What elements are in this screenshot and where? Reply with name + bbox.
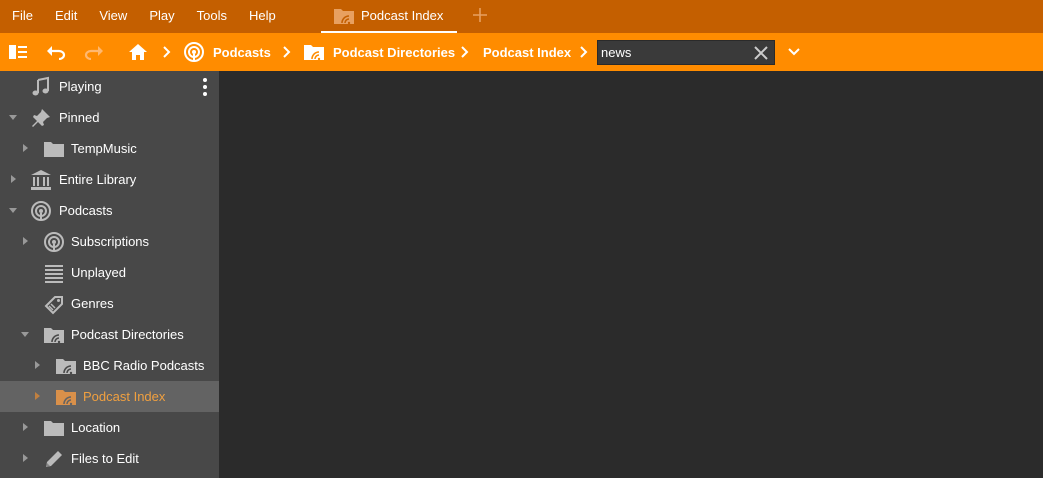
list-icon — [45, 265, 63, 283]
sidebar-item-label: Podcasts — [59, 203, 113, 218]
home-icon — [129, 44, 147, 60]
close-icon[interactable] — [752, 44, 770, 62]
breadcrumb-label: Podcasts — [213, 44, 271, 60]
tab-podcast-index[interactable]: Podcast Index — [321, 0, 457, 33]
redo-icon — [84, 46, 103, 60]
chevron-right-icon — [580, 46, 588, 58]
collapsed-arrow-icon[interactable] — [20, 453, 30, 463]
toolbar: Podcasts Podcast Directories Podcast Ind… — [0, 33, 1043, 71]
collapsed-arrow-icon[interactable] — [20, 422, 30, 432]
expanded-arrow-icon[interactable] — [8, 112, 18, 122]
menu-play[interactable]: Play — [138, 0, 185, 33]
sidebar-item-label: Podcast Directories — [71, 327, 184, 342]
plus-icon[interactable] — [470, 5, 490, 25]
sidebar-item-label: Podcast Index — [83, 389, 166, 404]
sidebar-item-files-to-edit[interactable]: Files to Edit — [0, 443, 219, 474]
sidebar-item-label: Genres — [71, 296, 114, 311]
chevron-right-icon — [283, 46, 291, 58]
podcast-icon — [184, 42, 204, 62]
sidebar-item-unplayed[interactable]: Unplayed — [0, 257, 219, 288]
breadcrumb-label: Podcast Directories — [333, 44, 456, 60]
podcast-folder-icon — [304, 45, 324, 61]
home-button[interactable] — [128, 42, 148, 62]
undo-icon — [47, 46, 66, 60]
sidebar-item-pinned[interactable]: Pinned — [0, 102, 219, 133]
sidebar-item-label: Location — [71, 420, 121, 435]
sidebar-item-label: Files to Edit — [71, 451, 139, 466]
expanded-arrow-icon[interactable] — [8, 205, 18, 215]
sidebar-item-genres[interactable]: Genres — [0, 288, 219, 319]
sidebar-item-label: Subscriptions — [71, 234, 150, 249]
collapsed-arrow-icon[interactable] — [32, 360, 42, 370]
undo-button[interactable] — [46, 42, 66, 62]
chevron-down-icon[interactable] — [786, 45, 802, 59]
breadcrumb-label: Podcast Index — [483, 44, 572, 60]
redo-button[interactable] — [84, 42, 104, 62]
sidebar-item-label: BBC Radio Podcasts — [83, 358, 205, 373]
podcast-folder-icon — [56, 390, 76, 406]
music-note-icon — [32, 76, 49, 96]
search-input[interactable] — [598, 41, 743, 64]
sidebar-toggle-icon — [9, 45, 27, 59]
sidebar-item-location[interactable]: Location — [0, 412, 219, 443]
collapsed-arrow-icon[interactable] — [20, 143, 30, 153]
folder-icon — [44, 142, 64, 157]
main-content-area — [219, 71, 1043, 478]
search-box — [597, 40, 775, 65]
breadcrumb-podcasts[interactable]: Podcasts — [183, 33, 271, 71]
chevron-right-icon — [461, 46, 469, 58]
sidebar-item-label: TempMusic — [71, 141, 137, 156]
sidebar-item-podcast-directories[interactable]: Podcast Directories — [0, 319, 219, 350]
sidebar-tree: Playing Pinned TempMusic Entire Library — [0, 71, 219, 478]
folder-icon — [44, 421, 64, 436]
sidebar-item-bbc-radio-podcasts[interactable]: BBC Radio Podcasts — [0, 350, 219, 381]
menu-view[interactable]: View — [88, 0, 138, 33]
sidebar-item-tempmusic[interactable]: TempMusic — [0, 133, 219, 164]
sidebar-item-label: Unplayed — [71, 265, 126, 280]
podcast-icon — [31, 201, 51, 221]
collapsed-arrow-icon[interactable] — [20, 236, 30, 246]
menu-tools[interactable]: Tools — [186, 0, 238, 33]
podcast-icon — [44, 232, 64, 252]
tag-icon — [44, 296, 63, 315]
menu-help[interactable]: Help — [238, 0, 287, 33]
tab-label: Podcast Index — [361, 8, 444, 23]
collapsed-arrow-icon[interactable] — [32, 391, 42, 401]
sidebar-item-entire-library[interactable]: Entire Library — [0, 164, 219, 195]
collapsed-arrow-icon[interactable] — [8, 174, 18, 184]
podcast-folder-icon — [56, 359, 76, 375]
library-icon — [31, 170, 51, 190]
podcast-folder-icon — [44, 328, 64, 344]
menu-edit[interactable]: Edit — [44, 0, 88, 33]
more-vertical-icon[interactable] — [198, 77, 212, 97]
sidebar-item-label: Entire Library — [59, 172, 137, 187]
sidebar-item-subscriptions[interactable]: Subscriptions — [0, 226, 219, 257]
sidebar-item-label: Playing — [59, 79, 102, 94]
pencil-icon — [46, 451, 62, 467]
menu-bar: File Edit View Play Tools Help — [0, 0, 1043, 33]
breadcrumb-podcast-index[interactable]: Podcast Index — [483, 33, 571, 71]
chevron-right-icon — [163, 46, 171, 58]
podcast-folder-icon — [334, 8, 354, 24]
menu-file[interactable]: File — [0, 0, 44, 33]
sidebar-item-playing[interactable]: Playing — [0, 71, 219, 102]
sidebar-item-podcast-index[interactable]: Podcast Index — [0, 381, 219, 412]
pin-icon — [32, 109, 50, 127]
sidebar-toggle-button[interactable] — [8, 42, 28, 62]
sidebar-item-podcasts[interactable]: Podcasts — [0, 195, 219, 226]
sidebar-item-label: Pinned — [59, 110, 100, 125]
expanded-arrow-icon[interactable] — [20, 329, 30, 339]
breadcrumb-podcast-directories[interactable]: Podcast Directories — [303, 33, 455, 71]
